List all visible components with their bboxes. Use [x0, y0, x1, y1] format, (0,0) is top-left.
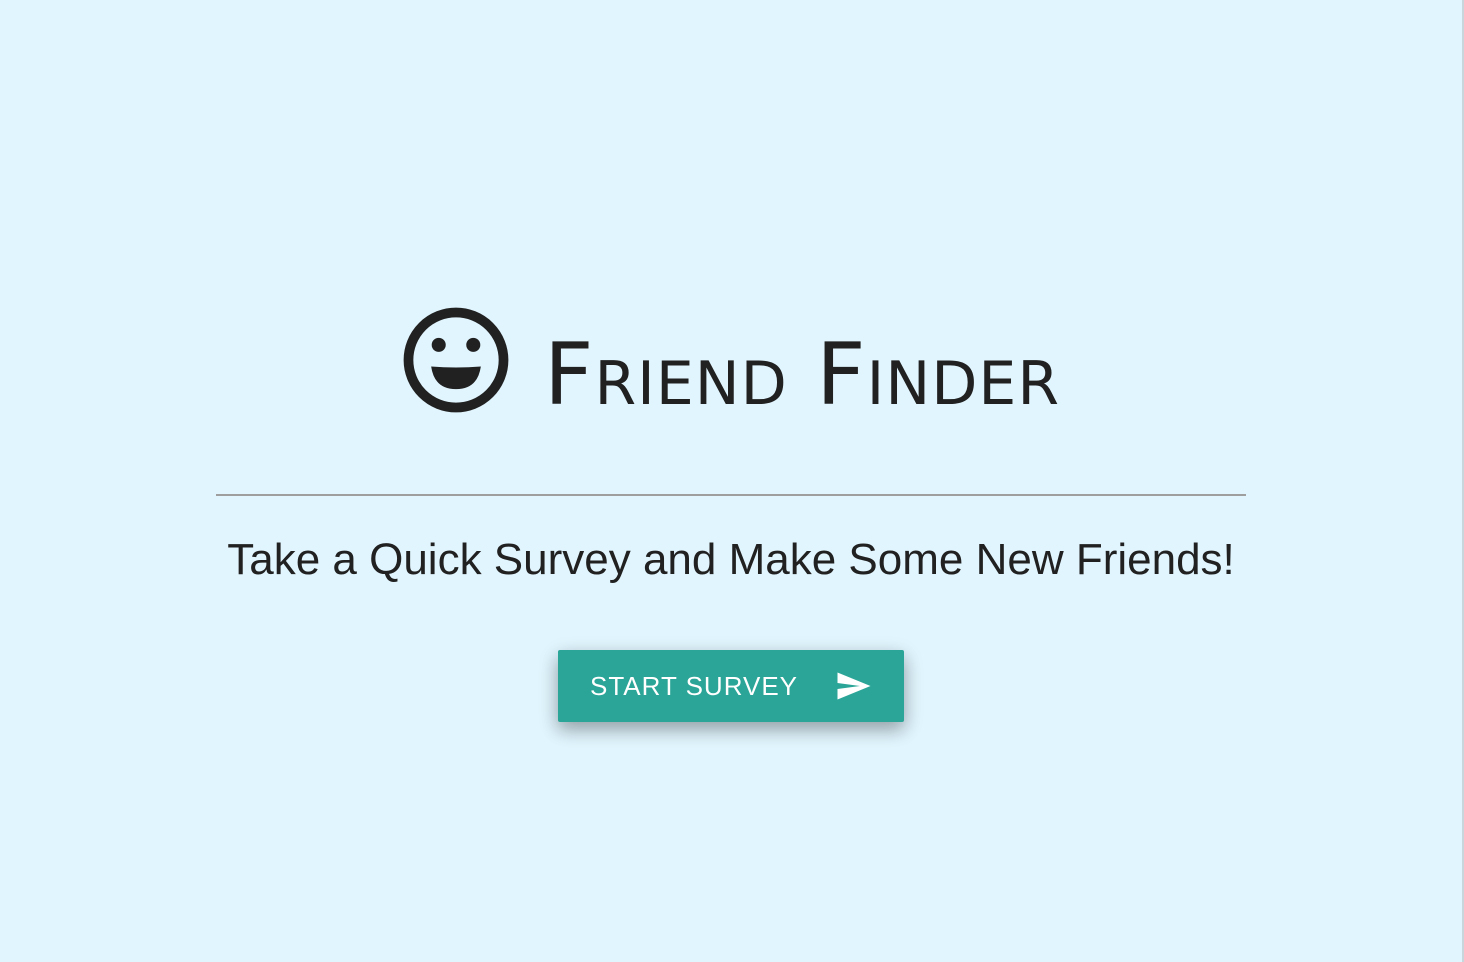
page-title: Friend Finder [543, 325, 1061, 425]
send-icon [837, 672, 871, 700]
smiley-face-icon [403, 307, 509, 413]
divider [216, 494, 1246, 496]
start-survey-button[interactable]: START SURVEY [558, 650, 904, 722]
title-row: Friend Finder [216, 300, 1246, 450]
button-container: START SURVEY [216, 650, 1246, 722]
page-subtitle: Take a Quick Survey and Make Some New Fr… [227, 535, 1235, 584]
start-survey-label: START SURVEY [590, 670, 799, 701]
hero-section: Friend Finder Take a Quick Survey and Ma… [216, 300, 1246, 722]
